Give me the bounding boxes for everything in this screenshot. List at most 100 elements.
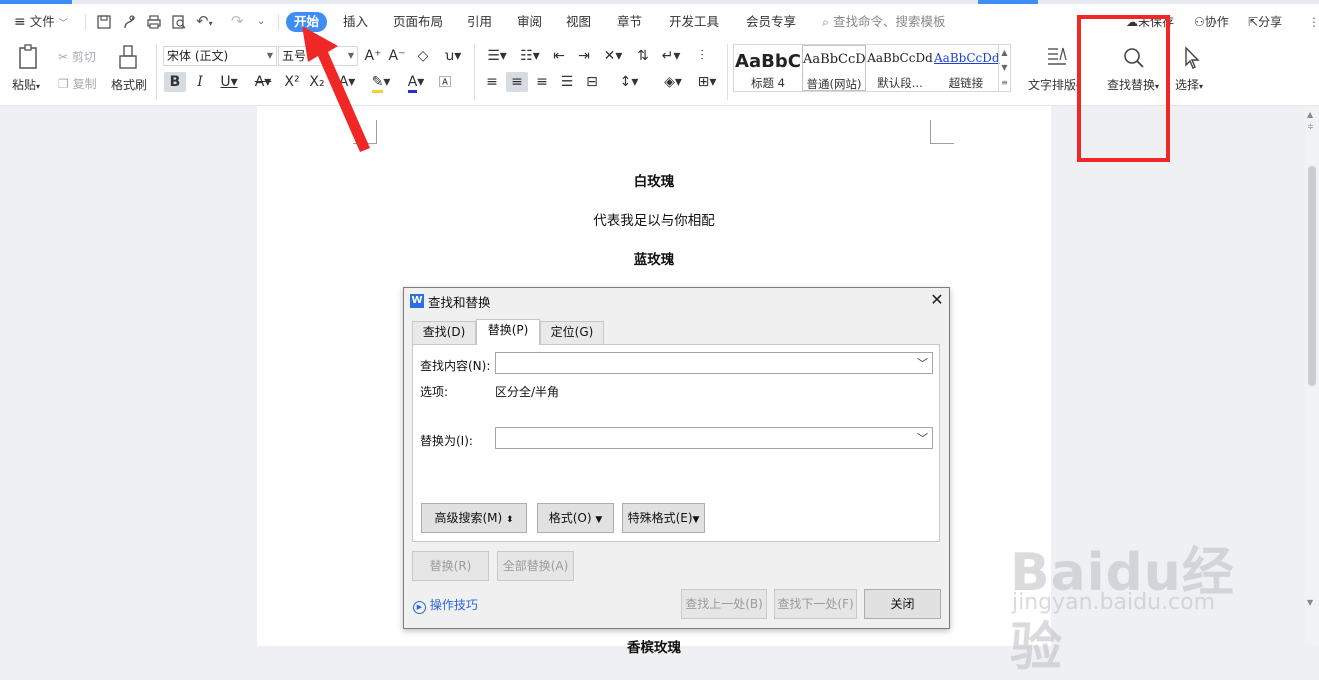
format-button[interactable]: 格式(O) ▼ [537, 503, 614, 533]
borders-icon[interactable]: ⊞▾ [692, 72, 722, 92]
style-default-paragraph[interactable]: AaBbCcDd 默认段... [866, 45, 934, 91]
advanced-search-button[interactable]: 高级搜索(M) ⬍ [421, 503, 527, 533]
chevron-down-icon: ▼ [266, 51, 273, 60]
find-input[interactable]: ﹀ [495, 352, 933, 374]
chevron-down-icon[interactable]: ﹀ [917, 430, 928, 446]
tab-developer[interactable]: 开发工具 [669, 12, 719, 32]
share-button[interactable]: ⇱分享 [1248, 12, 1282, 32]
more-icon[interactable]: ⋮ [1308, 12, 1319, 32]
sort-icon[interactable]: ⇅ [632, 46, 654, 66]
chevron-down-icon[interactable]: ﹀ [917, 355, 928, 371]
font-color-icon[interactable]: A▾ [401, 72, 431, 93]
output-pdf-icon[interactable] [121, 14, 137, 30]
find-replace-dialog: W 查找和替换 ✕ 查找(D) 替换(P) 定位(G) 查找内容(N): ﹀ 选… [403, 287, 950, 629]
text-layout-button[interactable]: 文字排版▾ [1028, 76, 1080, 93]
select-button[interactable]: 选择▾ [1175, 76, 1203, 93]
command-search[interactable]: ⌕ 查找命令、搜索模板 [822, 12, 946, 32]
text-layout-icon[interactable] [1045, 44, 1069, 70]
tab-references[interactable]: 引用 [467, 12, 492, 32]
advanced-search-label: 高级搜索(M) [434, 511, 503, 525]
share-icon: ⇱ [1248, 15, 1259, 29]
line-spacing-icon[interactable]: ↕▾ [614, 72, 644, 92]
tab-chapter[interactable]: 章节 [617, 12, 642, 32]
text-layout-label: 文字排版 [1028, 78, 1077, 92]
redo-icon[interactable]: ↷ [231, 11, 244, 31]
scroll-up-icon[interactable]: ▲ [1307, 110, 1313, 119]
special-format-button[interactable]: 特殊格式(E)▼ [622, 503, 705, 533]
style-normal-web[interactable]: AaBbCcD 普通(网站) [802, 45, 866, 91]
tab-member[interactable]: 会员专享 [746, 12, 796, 32]
print-preview-icon[interactable] [171, 14, 187, 30]
tab-find[interactable]: 查找(D) [412, 321, 476, 344]
justify-icon[interactable]: ☰ [556, 72, 578, 92]
shading-icon[interactable]: ◈▾ [658, 72, 688, 92]
undo-icon[interactable]: ↶▾ [196, 11, 213, 31]
share-label: 分享 [1258, 15, 1283, 29]
chinese-layout-icon[interactable]: ✕▾ [598, 46, 628, 66]
show-marks-icon[interactable]: ↵▾ [656, 46, 686, 66]
tab-review[interactable]: 审阅 [517, 12, 542, 32]
copy-button[interactable]: ❐ 复制 [58, 75, 97, 92]
tab-goto[interactable]: 定位(G) [540, 321, 604, 344]
tab-view[interactable]: 视图 [566, 12, 591, 32]
style-heading4[interactable]: AaBbC 标题 4 [734, 45, 802, 91]
style-preview: AaBbC [735, 51, 801, 72]
customize-toolbar-icon[interactable]: ⌄ [257, 12, 265, 32]
bold-icon[interactable]: B [164, 72, 186, 92]
align-right-icon[interactable]: ≡ [531, 72, 553, 92]
tab-replace[interactable]: 替换(P) [476, 319, 540, 345]
replace-panel: 查找内容(N): ﹀ 选项: 区分全/半角 替换为(I): ﹀ 高级搜索(M) … [412, 344, 940, 542]
collaborate-icon: ⚇ [1194, 15, 1205, 29]
align-center-icon[interactable]: ≡ [506, 72, 528, 92]
cursor-select-icon[interactable] [1181, 46, 1203, 70]
format-painter-icon[interactable] [117, 44, 139, 70]
scroll-thumb[interactable] [1308, 166, 1316, 386]
save-icon[interactable] [96, 14, 112, 30]
paste-icon[interactable] [17, 44, 41, 70]
paste-label: 粘贴 [12, 78, 37, 92]
tab-stops-icon[interactable]: ⫶ [691, 46, 713, 66]
char-border-icon[interactable]: 🄰 [434, 72, 456, 92]
scroll-page-icon[interactable]: ≑ [1307, 122, 1314, 131]
close-icon[interactable]: ✕ [927, 290, 947, 310]
underline-icon[interactable]: U▾ [214, 72, 244, 92]
print-icon[interactable] [146, 14, 162, 30]
clear-format-icon[interactable]: ◇ [412, 46, 434, 66]
decrease-indent-icon[interactable]: ⇤ [548, 46, 570, 66]
font-name-select[interactable]: 宋体 (正文) ▼ [163, 46, 277, 66]
replace-input[interactable]: ﹀ [495, 427, 933, 449]
replace-button[interactable]: 替换(R) [412, 551, 489, 581]
replace-all-button[interactable]: 全部替换(A) [497, 551, 574, 581]
close-button[interactable]: 关闭 [864, 589, 941, 619]
style-name: 超链接 [948, 76, 984, 90]
find-previous-button[interactable]: 查找上一处(B) [681, 589, 767, 619]
file-menu[interactable]: ≡ 文件 ﹀ [14, 12, 68, 32]
cut-button[interactable]: ✂ 剪切 [58, 48, 96, 65]
strikethrough-icon[interactable]: A▾ [248, 72, 278, 92]
gallery-scroll[interactable]: ▲ ▼ ≡ [998, 45, 1010, 91]
collaborate-button[interactable]: ⚇协作 [1194, 12, 1229, 32]
divider [278, 14, 279, 30]
italic-icon[interactable]: I [189, 72, 211, 92]
hamburger-icon: ≡ [14, 14, 26, 30]
tab-page-layout[interactable]: 页面布局 [393, 12, 443, 32]
style-hyperlink[interactable]: AaBbCcDd 超链接 [934, 45, 1000, 91]
font-name-value: 宋体 (正文) [167, 49, 229, 63]
dialog-title: 查找和替换 [428, 295, 491, 310]
phonetic-guide-icon[interactable]: ꭒ▾ [438, 46, 468, 66]
select-label: 选择 [1175, 78, 1200, 92]
style-preview: AaBbCcDd [867, 51, 933, 65]
bullet-list-icon[interactable]: ☰▾ [482, 46, 512, 66]
scissors-icon: ✂ [58, 50, 69, 64]
distributed-align-icon[interactable]: ⊟ [581, 72, 603, 92]
find-next-button[interactable]: 查找下一处(F) [774, 589, 857, 619]
increase-indent-icon[interactable]: ⇥ [573, 46, 595, 66]
numbered-list-icon[interactable]: ☷▾ [515, 46, 545, 66]
format-painter-button[interactable]: 格式刷 [111, 76, 147, 93]
align-left-icon[interactable]: ≡ [481, 72, 503, 92]
doc-heading: 蓝玫瑰 [633, 252, 675, 268]
scroll-down-icon[interactable]: ▼ [1307, 598, 1313, 607]
vertical-scrollbar[interactable]: ▲ ≑ ▼ [1305, 106, 1319, 646]
paste-button[interactable]: 粘贴▾ [12, 76, 40, 93]
tips-link[interactable]: ▶ 操作技巧 [413, 596, 478, 614]
